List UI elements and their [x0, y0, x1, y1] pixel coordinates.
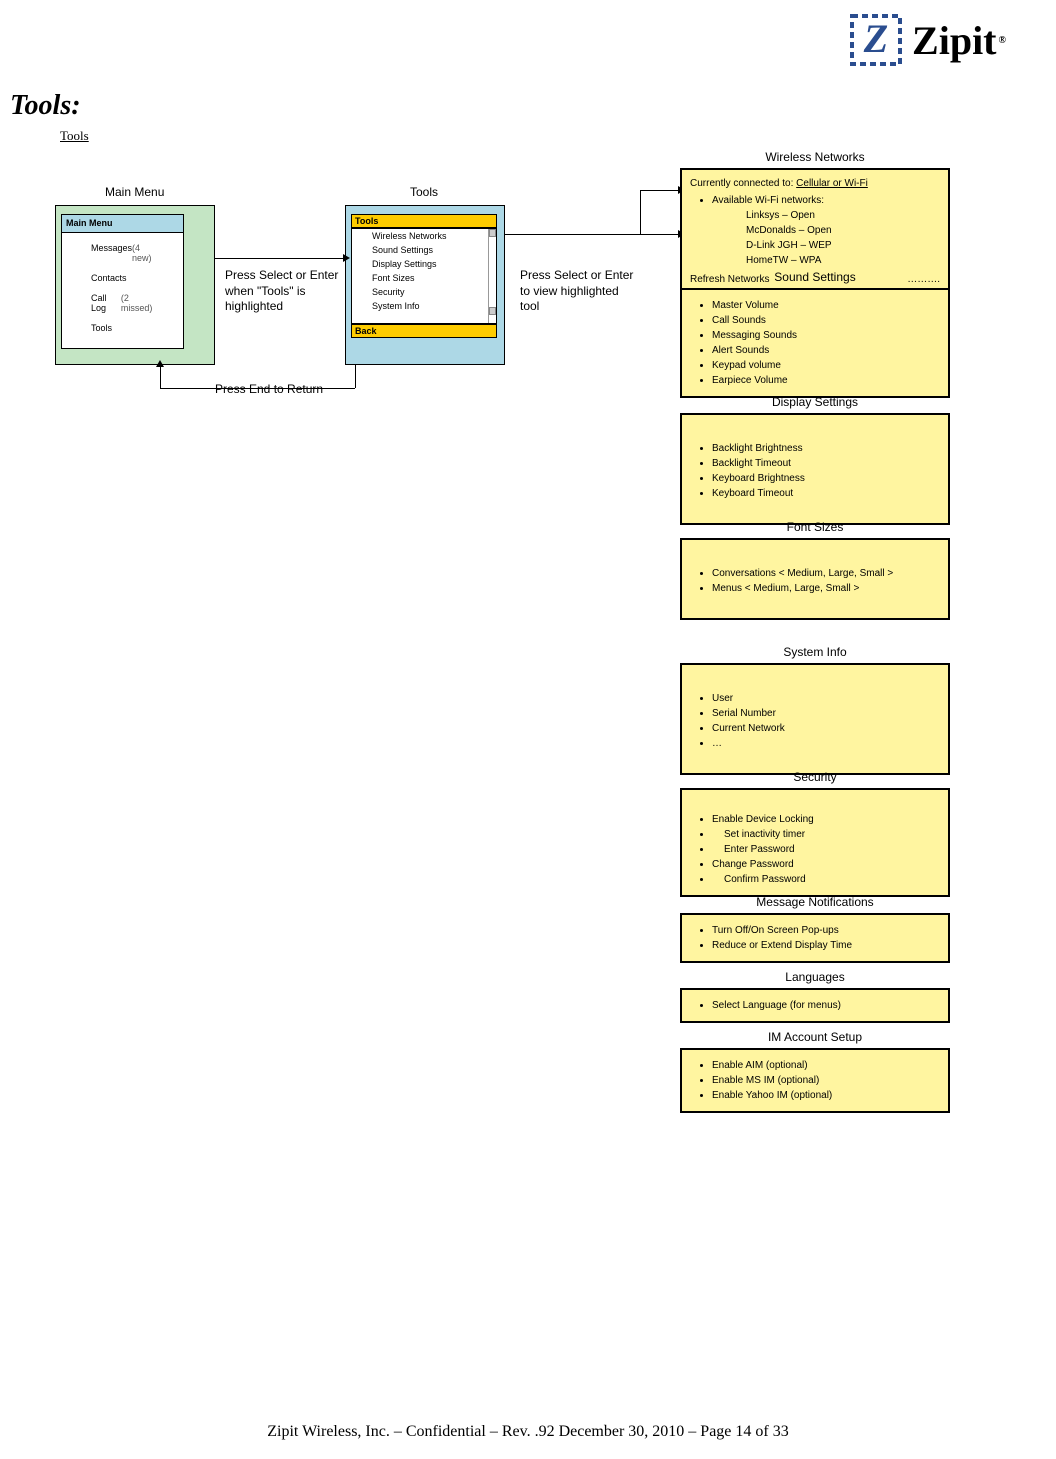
arrow-head-up-icon: [156, 360, 164, 367]
detail-item: Keyboard Brightness: [712, 471, 940, 486]
annotation-end-return: Press End to Return: [215, 382, 323, 398]
logo-reg: ®: [999, 35, 1006, 46]
main-menu-titlebar: Main Menu: [61, 214, 184, 232]
tools-item[interactable]: Wireless Networks: [352, 229, 496, 243]
detail-item: Master Volume: [712, 298, 940, 313]
footer-text-prefix: Zipit Wireless, Inc. – Confidential – Re…: [267, 1423, 735, 1440]
main-menu-body: Messages(4 new) Contacts Call Log(2 missed…: [61, 232, 184, 349]
tools-panel-header: Tools: [351, 214, 497, 228]
tools-item[interactable]: System Info: [352, 299, 496, 313]
detail-panel: Languages Select Language (for menus): [680, 970, 950, 1023]
footer-total: 33: [773, 1423, 789, 1440]
detail-item: User: [712, 691, 940, 706]
detail-item: Menus < Medium, Large, Small >: [712, 581, 940, 596]
main-menu-item-meta: (4 new): [132, 243, 159, 263]
detail-item: Serial Number: [712, 706, 940, 721]
detail-panel: Message Notifications Turn Off/On Screen …: [680, 895, 950, 963]
detail-panel: Security Enable Device LockingSet inactiv…: [680, 770, 950, 897]
detail-item: Messaging Sounds: [712, 328, 940, 343]
main-menu-item-label: Tools: [91, 323, 112, 333]
detail-box: Conversations < Medium, Large, Small >Me…: [680, 538, 950, 620]
detail-item: Reduce or Extend Display Time: [712, 938, 940, 953]
main-menu-panel: Main Menu Messages(4 new) Contacts Call Lo…: [55, 205, 215, 365]
tools-scrollbar[interactable]: [488, 229, 496, 323]
tools-label: Tools: [410, 185, 438, 199]
detail-title: Sound Settings: [680, 270, 950, 284]
logo: Z Zipit ®: [846, 10, 1006, 70]
detail-title: Display Settings: [680, 395, 950, 409]
page-title: Tools:: [10, 90, 81, 122]
tools-item[interactable]: Font Sizes: [352, 271, 496, 285]
main-menu-item-label: Contacts: [91, 273, 127, 283]
annotation-select-tools: Press Select or Enter when "Tools" is hi…: [225, 268, 350, 315]
detail-item: Backlight Timeout: [712, 456, 940, 471]
detail-box: UserSerial NumberCurrent Network…: [680, 663, 950, 775]
main-menu-item[interactable]: Messages(4 new): [87, 243, 163, 263]
main-menu-item-label: Call Log: [91, 293, 121, 313]
arrow-line: [640, 190, 641, 234]
detail-item: Alert Sounds: [712, 343, 940, 358]
detail-box: Backlight BrightnessBacklight TimeoutKey…: [680, 413, 950, 525]
detail-title: System Info: [680, 645, 950, 659]
detail-item: Keypad volume: [712, 358, 940, 373]
main-menu-item-meta: (2 missed): [121, 293, 159, 313]
detail-item: Turn Off/On Screen Pop-ups: [712, 923, 940, 938]
detail-item: Backlight Brightness: [712, 441, 940, 456]
detail-title: Wireless Networks: [680, 150, 950, 164]
detail-item: Earpiece Volume: [712, 373, 940, 388]
arrow-line: [160, 388, 355, 389]
detail-item: Select Language (for menus): [712, 998, 940, 1013]
arrow-line: [160, 365, 161, 388]
detail-panel: Sound Settings Master VolumeCall SoundsMe…: [680, 270, 950, 398]
detail-item: …: [712, 736, 940, 751]
detail-box: Master VolumeCall SoundsMessaging Sounds…: [680, 288, 950, 398]
arrow-line: [355, 365, 356, 388]
detail-title: Font Sizes: [680, 520, 950, 534]
svg-text:Z: Z: [863, 16, 888, 61]
footer-page-no: 14: [735, 1423, 751, 1440]
tools-panel-body: Wireless NetworksSound SettingsDisplay S…: [351, 228, 497, 324]
main-menu-label: Main Menu: [105, 185, 164, 199]
page-subtitle: Tools: [60, 128, 89, 144]
tools-item[interactable]: Security: [352, 285, 496, 299]
detail-item: Keyboard Timeout: [712, 486, 940, 501]
arrow-line: [505, 234, 680, 235]
arrow-line: [215, 258, 345, 259]
footer-text-mid: of: [751, 1423, 772, 1440]
main-menu-item[interactable]: Contacts: [87, 273, 163, 283]
detail-item: Enable Yahoo IM (optional): [712, 1088, 940, 1103]
detail-item: Enable MS IM (optional): [712, 1073, 940, 1088]
detail-panel: Font Sizes Conversations < Medium, Large,…: [680, 520, 950, 620]
detail-title: Message Notifications: [680, 895, 950, 909]
detail-item: Call Sounds: [712, 313, 940, 328]
detail-box: Turn Off/On Screen Pop-upsReduce or Exte…: [680, 913, 950, 963]
detail-title: Security: [680, 770, 950, 784]
tools-back-button[interactable]: Back: [351, 324, 497, 338]
arrow-line: [640, 190, 680, 191]
tools-item[interactable]: Sound Settings: [352, 243, 496, 257]
detail-panel: Display Settings Backlight BrightnessBack…: [680, 395, 950, 525]
detail-panel: System Info UserSerial NumberCurrent Netw…: [680, 645, 950, 775]
detail-title: Languages: [680, 970, 950, 984]
annotation-select-view: Press Select or Enter to view highlighte…: [520, 268, 640, 315]
page-footer: Zipit Wireless, Inc. – Confidential – Re…: [0, 1423, 1056, 1441]
detail-box: Enable Device LockingSet inactivity time…: [680, 788, 950, 897]
tools-item[interactable]: Display Settings: [352, 257, 496, 271]
detail-item: Enable AIM (optional): [712, 1058, 940, 1073]
detail-item: Conversations < Medium, Large, Small >: [712, 566, 940, 581]
main-menu-item[interactable]: Tools: [87, 323, 163, 333]
main-menu-item[interactable]: Call Log(2 missed): [87, 293, 163, 313]
tools-panel: Tools Wireless NetworksSound SettingsDis…: [345, 205, 505, 365]
detail-item: Current Network: [712, 721, 940, 736]
zipit-logo-icon: Z: [846, 10, 906, 70]
arrow-head-right-icon: [343, 254, 350, 262]
detail-title: IM Account Setup: [680, 1030, 950, 1044]
logo-text: Zipit: [912, 17, 996, 64]
main-menu-item-label: Messages: [91, 243, 132, 263]
detail-panel: IM Account SetupEnable AIM (optional)Ena…: [680, 1030, 950, 1113]
detail-box: Select Language (for menus): [680, 988, 950, 1023]
detail-box: Enable AIM (optional)Enable MS IM (optio…: [680, 1048, 950, 1113]
